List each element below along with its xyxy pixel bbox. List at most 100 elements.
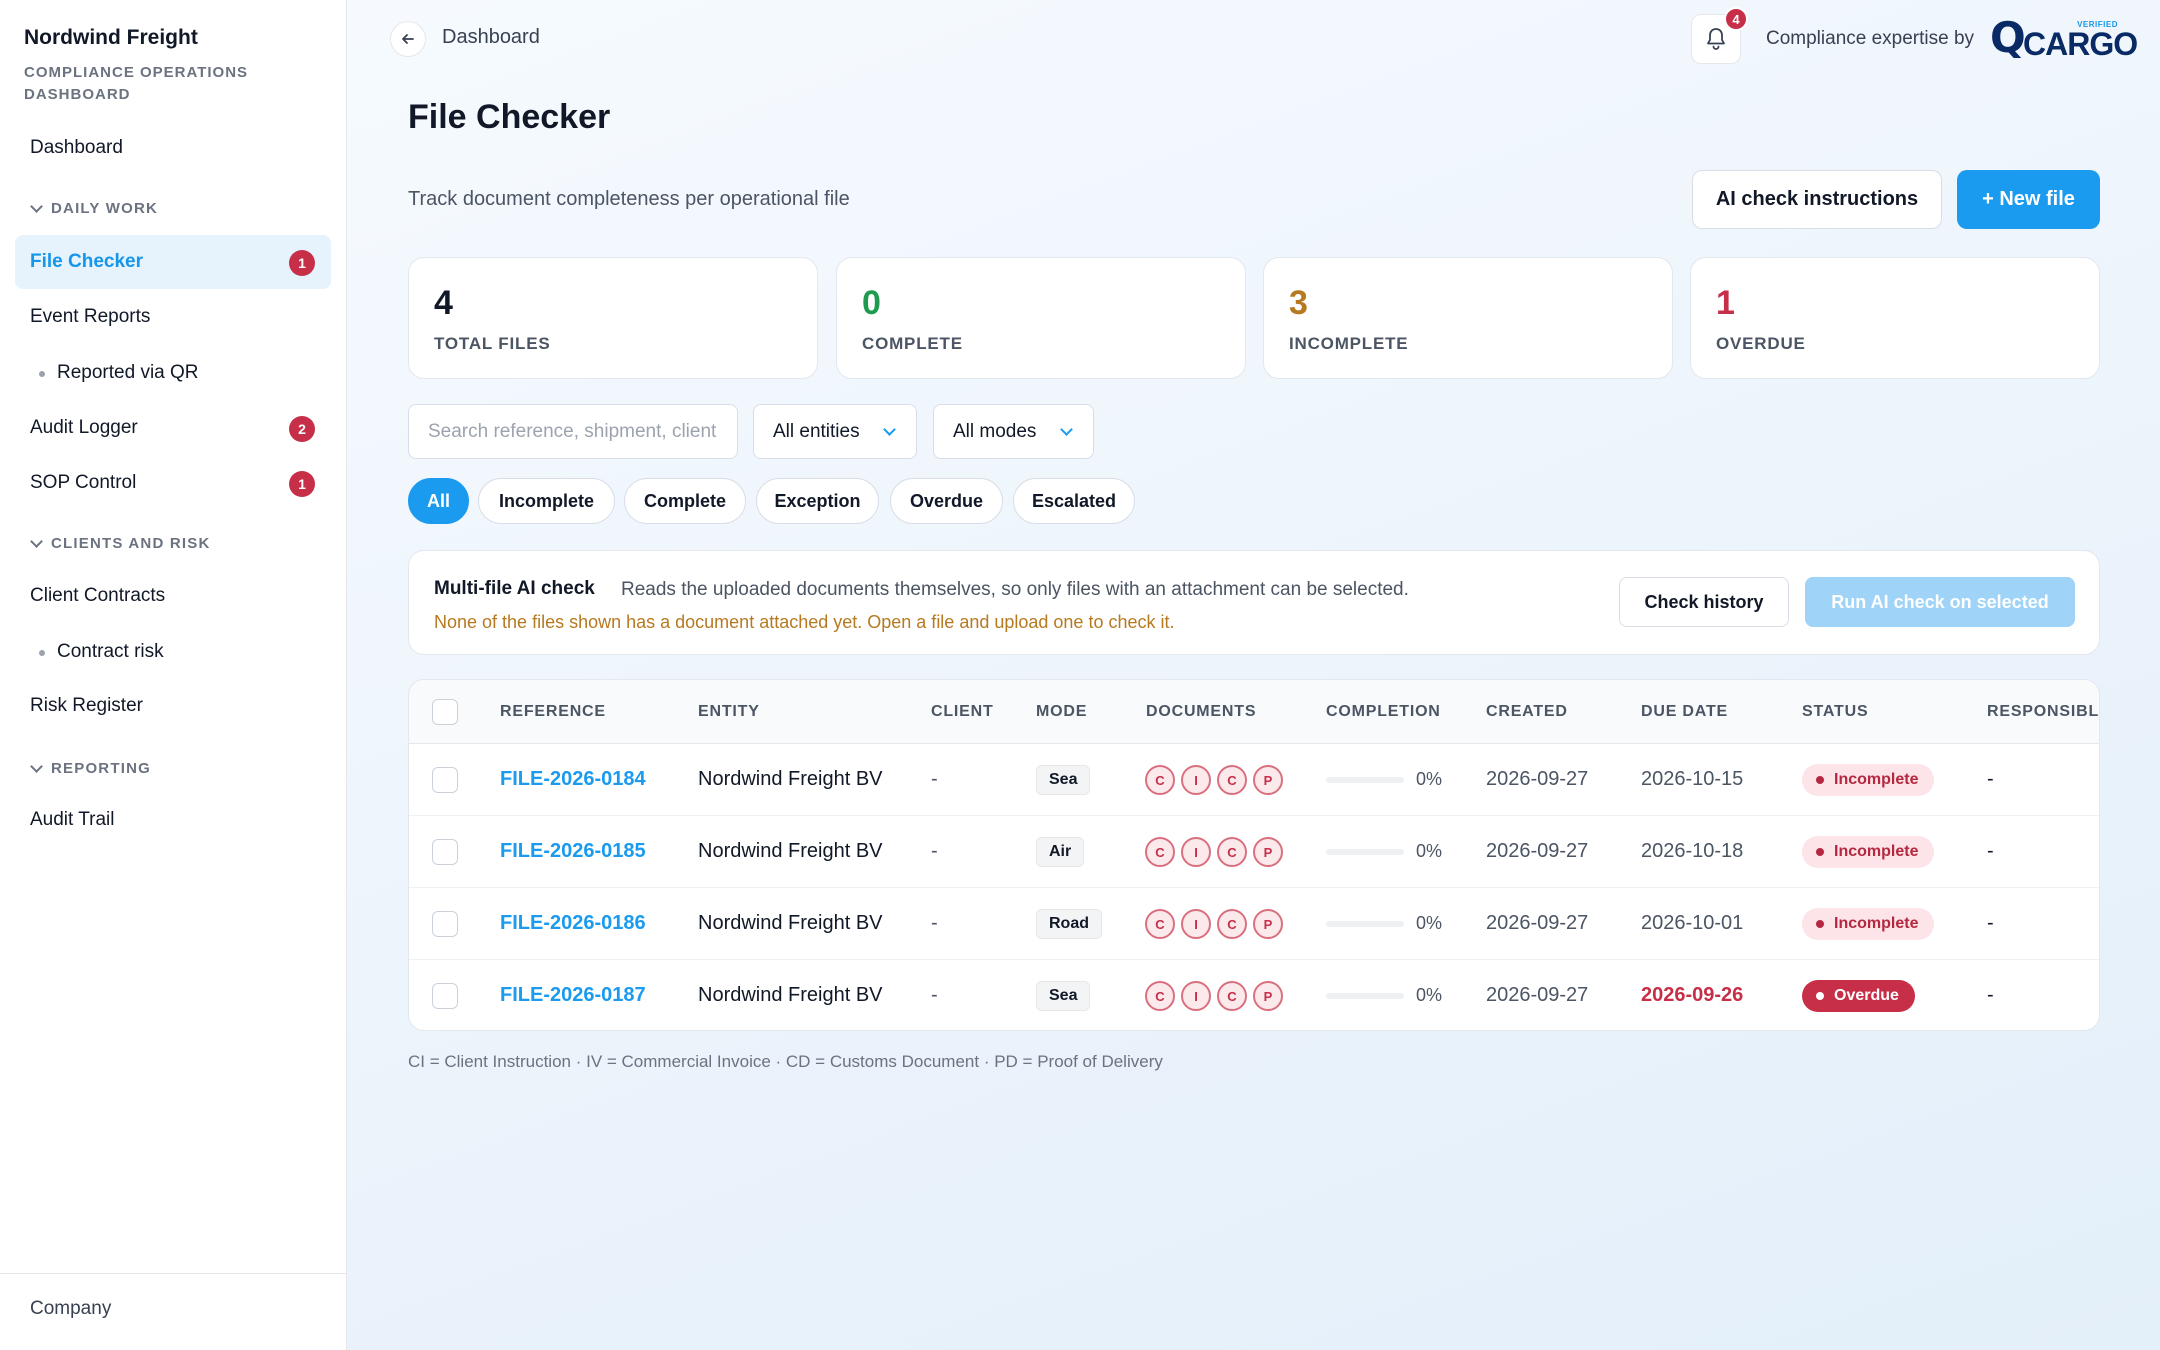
file-reference-link[interactable]: FILE-2026-0187	[500, 984, 646, 1007]
column-header-created[interactable]: CREATED	[1486, 703, 1568, 721]
row-checkbox[interactable]	[432, 839, 458, 865]
stat-label: COMPLETE	[862, 334, 963, 353]
entity-select-value: All entities	[773, 420, 860, 442]
bullet-icon	[39, 371, 45, 377]
stat-value: 1	[1716, 284, 1735, 322]
responsible-cell: -	[1987, 984, 1994, 1006]
entity-cell: Nordwind Freight BV	[698, 984, 883, 1006]
file-reference-link[interactable]: FILE-2026-0185	[500, 840, 646, 863]
column-header-entity[interactable]: ENTITY	[698, 703, 760, 721]
document-status-icon[interactable]: I	[1181, 909, 1211, 939]
sidebar-item-sop-control[interactable]: SOP Control 1	[15, 456, 331, 510]
column-header-mode[interactable]: MODE	[1036, 703, 1087, 721]
filter-pill-overdue[interactable]: Overdue	[890, 478, 1003, 524]
section-reporting[interactable]: REPORTING	[30, 759, 151, 777]
breadcrumb[interactable]: Dashboard	[442, 26, 540, 49]
sidebar-item-label: Client Contracts	[30, 585, 166, 606]
document-status-icon[interactable]: C	[1217, 765, 1247, 795]
section-clients-risk[interactable]: CLIENTS AND RISK	[30, 534, 210, 552]
table-row[interactable]: FILE-2026-0186 Nordwind Freight BV - Road C I…	[409, 888, 2099, 960]
mode-select-value: All modes	[953, 420, 1037, 442]
entity-cell: Nordwind Freight BV	[698, 768, 883, 790]
sidebar-item-audit-trail[interactable]: Audit Trail	[15, 793, 331, 847]
chevron-down-icon	[30, 199, 43, 213]
column-header-completion[interactable]: COMPLETION	[1326, 703, 1441, 721]
logo-wordmark: CARGO	[2023, 26, 2138, 62]
row-checkbox[interactable]	[432, 767, 458, 793]
status-badge: Incomplete	[1802, 908, 1935, 940]
filter-pill-exception[interactable]: Exception	[756, 478, 879, 524]
filter-pill-incomplete[interactable]: Incomplete	[478, 478, 615, 524]
ai-panel-warning: None of the files shown has a document a…	[434, 612, 1175, 632]
mode-select[interactable]: All modes	[933, 404, 1094, 459]
stat-card-total: 4 TOTAL FILES	[408, 257, 818, 379]
sidebar-item-file-checker[interactable]: File Checker 1	[15, 235, 331, 289]
sidebar-item-client-contracts[interactable]: Client Contracts	[15, 569, 331, 623]
select-all-checkbox[interactable]	[432, 699, 458, 725]
document-status-icon[interactable]: P	[1253, 837, 1283, 867]
new-file-button[interactable]: + New file	[1957, 170, 2100, 229]
document-status-icon[interactable]: C	[1145, 981, 1175, 1011]
column-header-reference[interactable]: REFERENCE	[500, 703, 606, 721]
filter-pill-escalated[interactable]: Escalated	[1013, 478, 1135, 524]
row-checkbox[interactable]	[432, 983, 458, 1009]
document-status-icon[interactable]: C	[1145, 837, 1175, 867]
sidebar-item-risk-register[interactable]: Risk Register	[15, 679, 331, 733]
document-status-icon[interactable]: I	[1181, 765, 1211, 795]
due-date: 2026-10-15	[1641, 768, 1744, 790]
notifications-button[interactable]: 4	[1691, 7, 1748, 64]
document-status-icon[interactable]: C	[1217, 837, 1247, 867]
count-badge: 2	[289, 416, 315, 442]
due-date: 2026-10-18	[1641, 840, 1744, 862]
filter-pill-complete[interactable]: Complete	[624, 478, 746, 524]
sidebar-item-label: SOP Control	[30, 472, 137, 493]
notification-count-badge: 4	[1724, 7, 1748, 31]
section-daily-work[interactable]: DAILY WORK	[30, 199, 158, 217]
chevron-down-icon	[1060, 423, 1073, 436]
file-reference-link[interactable]: FILE-2026-0184	[500, 768, 646, 791]
column-header-client[interactable]: CLIENT	[931, 703, 994, 721]
file-reference-link[interactable]: FILE-2026-0186	[500, 912, 646, 935]
document-status-icon[interactable]: I	[1181, 981, 1211, 1011]
search-input[interactable]	[408, 404, 738, 459]
company-link[interactable]: Company	[30, 1298, 111, 1320]
brand-name: Nordwind Freight	[24, 26, 198, 49]
document-status-icon[interactable]: C	[1217, 909, 1247, 939]
sidebar-item-dashboard[interactable]: Dashboard	[15, 121, 331, 175]
column-header-due-date[interactable]: DUE DATE	[1641, 703, 1728, 721]
table-row[interactable]: FILE-2026-0185 Nordwind Freight BV - Air C I C…	[409, 816, 2099, 888]
completion-progress-bar	[1326, 993, 1404, 999]
responsible-cell: -	[1987, 840, 1994, 862]
document-status-icon[interactable]: C	[1217, 981, 1247, 1011]
sidebar-item-event-reports[interactable]: Event Reports	[15, 290, 331, 344]
sidebar-item-contract-risk[interactable]: Contract risk	[15, 625, 331, 679]
stat-value: 3	[1289, 284, 1308, 322]
entity-select[interactable]: All entities	[753, 404, 917, 459]
sidebar-item-label: Event Reports	[30, 306, 151, 327]
mode-chip: Sea	[1036, 765, 1091, 795]
document-status-icon[interactable]: P	[1253, 909, 1283, 939]
column-header-documents[interactable]: DOCUMENTS	[1146, 703, 1256, 721]
filter-pill-all[interactable]: All	[408, 478, 469, 524]
check-history-button[interactable]: Check history	[1619, 577, 1789, 627]
sidebar-item-audit-logger[interactable]: Audit Logger 2	[15, 401, 331, 455]
document-status-icon[interactable]: C	[1145, 765, 1175, 795]
stat-card-complete: 0 COMPLETE	[836, 257, 1246, 379]
table-row[interactable]: FILE-2026-0187 Nordwind Freight BV - Sea C I C…	[409, 960, 2099, 1030]
document-status-icon[interactable]: P	[1253, 765, 1283, 795]
row-checkbox[interactable]	[432, 911, 458, 937]
sidebar-item-reported-qr[interactable]: Reported via QR	[15, 346, 331, 400]
back-button[interactable]	[390, 21, 426, 57]
ai-instructions-button[interactable]: AI check instructions	[1692, 170, 1942, 229]
document-status-icon[interactable]: P	[1253, 981, 1283, 1011]
table-row[interactable]: FILE-2026-0184 Nordwind Freight BV - Sea C I C…	[409, 744, 2099, 816]
document-status-icon[interactable]: C	[1145, 909, 1175, 939]
column-header-status[interactable]: STATUS	[1802, 703, 1868, 721]
run-ai-check-button[interactable]: Run AI check on selected	[1805, 577, 2075, 627]
count-badge: 1	[289, 471, 315, 497]
due-date: 2026-09-26	[1641, 984, 1744, 1006]
stat-value: 0	[862, 284, 881, 322]
column-header-responsible[interactable]: RESPONSIBLE	[1987, 703, 2099, 721]
document-status-icon[interactable]: I	[1181, 837, 1211, 867]
sidebar-item-label: File Checker	[30, 251, 143, 272]
